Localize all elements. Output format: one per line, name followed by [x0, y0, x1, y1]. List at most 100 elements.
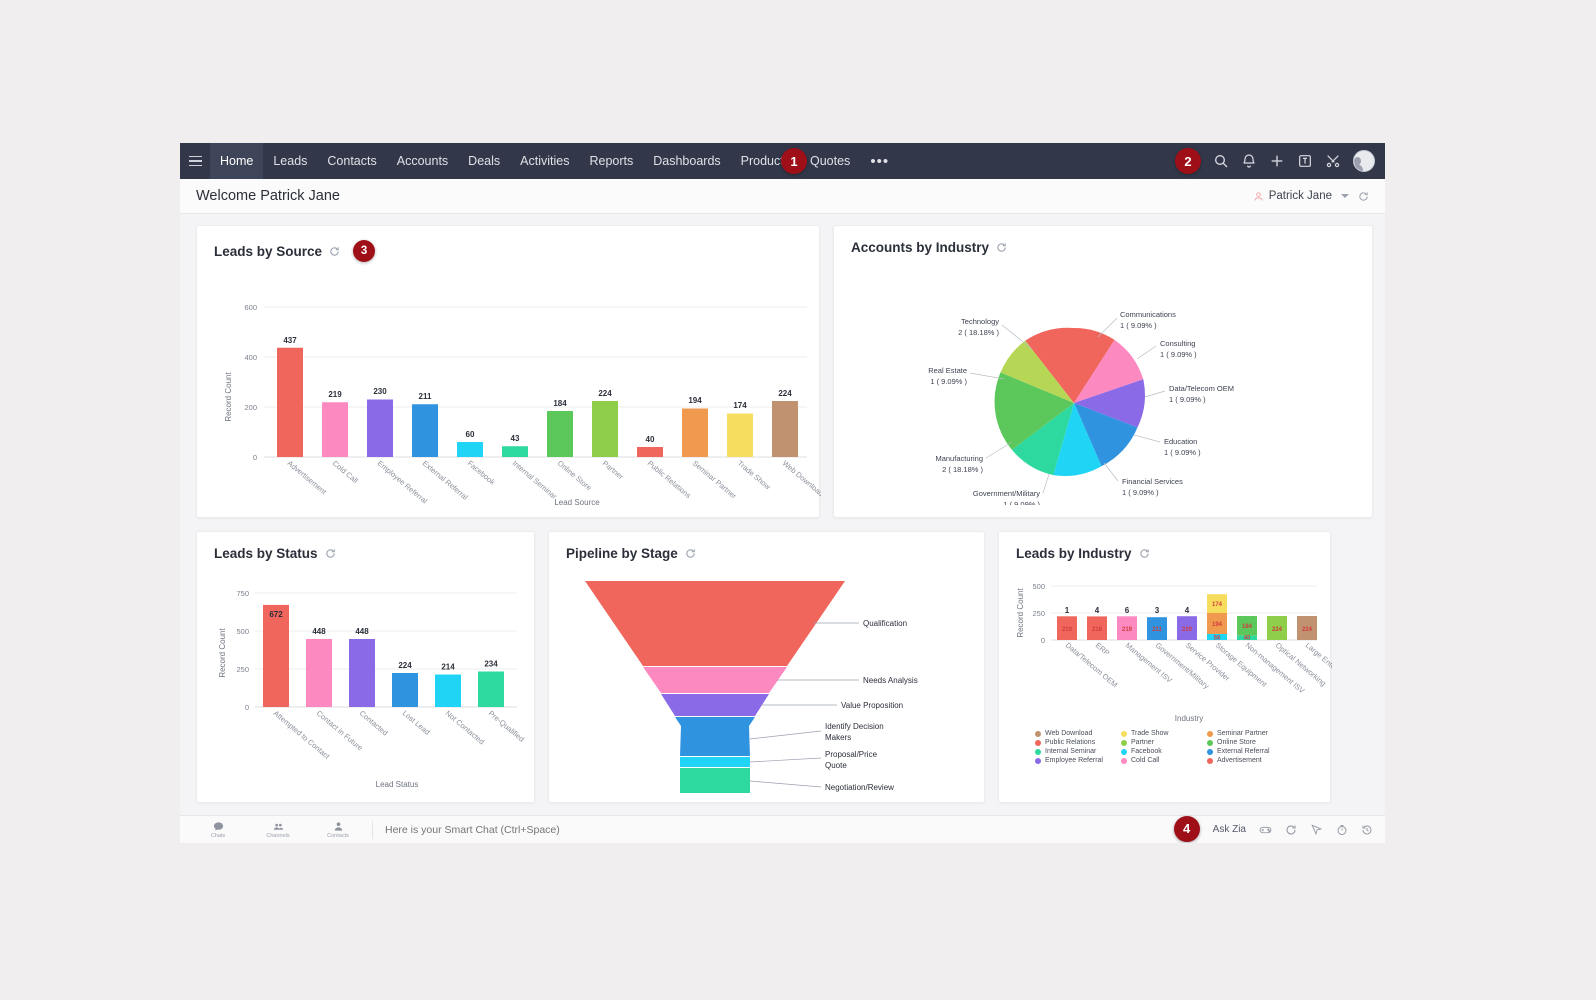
nav-overflow-button[interactable]: •••: [860, 143, 899, 179]
marker-3: 3: [353, 240, 376, 262]
nav-item-leads[interactable]: Leads: [263, 143, 317, 179]
svg-text:Partner: Partner: [601, 459, 626, 482]
game-icon[interactable]: [1259, 823, 1272, 836]
funnel-labels: Qualification Needs Analysis Value Propo…: [825, 619, 918, 792]
svg-text:218: 218: [1092, 627, 1103, 633]
bottom-tool-label: Channels: [266, 832, 290, 839]
legend-item-cold-call[interactable]: Cold Call: [1121, 757, 1207, 764]
pie-slices: [994, 327, 1145, 476]
user-filter-chip[interactable]: Patrick Jane: [1253, 190, 1332, 202]
svg-text:0: 0: [1041, 636, 1045, 645]
svg-text:60: 60: [466, 430, 475, 439]
legend-color-swatch: [1207, 730, 1213, 737]
nav-item-deals[interactable]: Deals: [458, 143, 510, 179]
svg-text:Proposal/Price: Proposal/Price: [825, 750, 878, 759]
legend-color-swatch: [1207, 739, 1213, 746]
legend-color-swatch: [1121, 730, 1127, 737]
svg-text:Not Contacted: Not Contacted: [444, 709, 487, 747]
legend-item-internal-seminar[interactable]: Internal Seminar: [1035, 748, 1121, 755]
divider: [372, 820, 373, 839]
history-icon[interactable]: [1361, 824, 1373, 836]
chevron-down-icon[interactable]: [1341, 194, 1349, 198]
svg-text:437: 437: [283, 336, 297, 345]
svg-text:Communications: Communications: [1120, 310, 1176, 319]
nav-item-home[interactable]: Home: [210, 143, 264, 179]
svg-text:Record Count: Record Count: [218, 628, 227, 678]
svg-text:1 ( 9.09% ): 1 ( 9.09% ): [1122, 488, 1159, 497]
legend-label: External Referral: [1217, 748, 1270, 755]
marker-label: 3: [360, 245, 368, 257]
refresh-icon[interactable]: [1139, 548, 1150, 559]
legend-row: Employee Referral Cold Call Advertisemen…: [1035, 757, 1330, 764]
nav-item-dashboards[interactable]: Dashboards: [643, 143, 730, 179]
nav-label: Deals: [468, 154, 501, 168]
calendar-icon[interactable]: [1297, 153, 1313, 169]
svg-text:230: 230: [373, 387, 387, 396]
page-title: Welcome Patrick Jane: [196, 188, 340, 204]
legend-color-swatch: [1207, 748, 1213, 755]
contacts-icon: [334, 821, 342, 831]
category-labels: Data/Telecom OEM ERP Management ISV Gove…: [1064, 641, 1332, 696]
refresh-icon[interactable]: [329, 246, 340, 257]
legend-item-seminar-partner[interactable]: Seminar Partner: [1207, 730, 1293, 737]
svg-text:43: 43: [511, 434, 520, 443]
legend-item-online-store[interactable]: Online Store: [1207, 739, 1293, 746]
card-title: Leads by Status: [197, 532, 534, 561]
nav-item-accounts[interactable]: Accounts: [387, 143, 458, 179]
avatar[interactable]: [1353, 150, 1375, 172]
nav-label: Dashboards: [653, 154, 721, 168]
svg-text:External Referral: External Referral: [421, 459, 470, 502]
bottom-tool-channels[interactable]: Channels: [248, 821, 308, 839]
nav-item-contacts[interactable]: Contacts: [317, 143, 386, 179]
svg-text:224: 224: [778, 389, 792, 398]
svg-text:Identify Decision: Identify Decision: [825, 722, 884, 731]
timer-icon[interactable]: [1336, 824, 1348, 836]
svg-text:Real Estate: Real Estate: [928, 366, 967, 375]
svg-text:0: 0: [245, 703, 249, 712]
refresh-icon[interactable]: [1285, 824, 1297, 836]
bell-icon[interactable]: [1241, 153, 1257, 169]
card-title-text: Accounts by Industry: [851, 240, 990, 255]
legend-item-advertisement[interactable]: Advertisement: [1207, 757, 1293, 764]
card-pipeline-by-stage: Pipeline by Stage Qualification Needs An…: [548, 531, 985, 803]
dashboard-row-1: Leads by Source 3 600 400 200 0 Record C…: [196, 225, 1373, 518]
nav-item-reports[interactable]: Reports: [579, 143, 643, 179]
refresh-icon[interactable]: [685, 548, 696, 559]
plus-icon[interactable]: [1269, 153, 1285, 169]
legend-color-swatch: [1035, 757, 1041, 764]
refresh-icon[interactable]: [996, 242, 1007, 253]
svg-text:250: 250: [1032, 609, 1045, 618]
legend-item-trade-show[interactable]: Trade Show: [1121, 730, 1207, 737]
nav-item-activities[interactable]: Activities: [510, 143, 579, 179]
ask-zia-button[interactable]: Ask Zia: [1213, 824, 1246, 835]
hamburger-icon[interactable]: [180, 143, 210, 179]
svg-text:224: 224: [1272, 627, 1283, 633]
legend-color-swatch: [1121, 739, 1127, 746]
stacked-bar-group: 219 1 218 4 219 6 211 3 220 4 174 194 56…: [1057, 594, 1317, 642]
refresh-icon[interactable]: [325, 548, 336, 559]
svg-text:1 ( 9.09% ): 1 ( 9.09% ): [1160, 350, 1197, 359]
legend-color-swatch: [1035, 730, 1041, 737]
zia-voice-icon[interactable]: [1310, 823, 1323, 836]
chart-pipeline-by-stage: Qualification Needs Analysis Value Propo…: [549, 561, 984, 793]
tools-icon[interactable]: [1325, 153, 1341, 169]
svg-text:211: 211: [419, 392, 432, 401]
search-icon[interactable]: [1213, 153, 1229, 169]
legend-item-external-referral[interactable]: External Referral: [1207, 748, 1293, 755]
bottom-tool-contacts[interactable]: Contacts: [308, 821, 368, 839]
svg-text:Facebook: Facebook: [466, 459, 497, 487]
legend-item-employee-referral[interactable]: Employee Referral: [1035, 757, 1121, 764]
legend-item-partner[interactable]: Partner: [1121, 739, 1207, 746]
nav-item-quotes[interactable]: Quotes: [800, 143, 860, 179]
legend-label: Internal Seminar: [1045, 748, 1097, 755]
legend-item-facebook[interactable]: Facebook: [1121, 748, 1207, 755]
legend-item-web-download[interactable]: Web Download: [1035, 730, 1121, 737]
legend-label: Employee Referral: [1045, 757, 1103, 764]
svg-text:Value Proposition: Value Proposition: [841, 701, 903, 710]
svg-text:Data/Telecom OEM: Data/Telecom OEM: [1064, 641, 1120, 690]
bottom-tool-chats[interactable]: Chats: [188, 821, 248, 839]
legend-label: Web Download: [1045, 730, 1093, 737]
smart-chat-input[interactable]: [377, 823, 1174, 836]
refresh-icon[interactable]: [1358, 191, 1369, 202]
legend-item-public-relations[interactable]: Public Relations: [1035, 739, 1121, 746]
